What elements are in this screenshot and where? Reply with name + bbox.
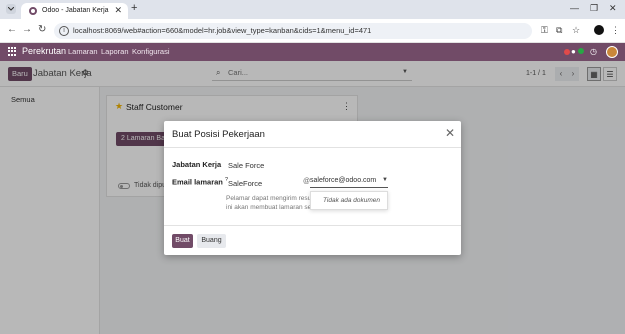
dropdown-empty-item: Tidak ada dokumen [323, 197, 381, 204]
discard-button[interactable]: Buang [197, 234, 226, 248]
activity-badge-icon[interactable] [564, 49, 570, 55]
address-bar[interactable]: i localhost:8069/web#action=660&model=hr… [54, 23, 532, 39]
tab-title: Odoo - Jabatan Kerja [42, 7, 109, 14]
chevron-down-icon[interactable]: ▼ [382, 177, 388, 183]
tab-list-button[interactable] [6, 4, 16, 14]
url-text[interactable]: localhost:8069/web#action=660&model=hr.j… [73, 26, 371, 35]
email-label: Email lamaran ? [172, 177, 228, 187]
dialog-title: Buat Posisi Pekerjaan [172, 129, 265, 140]
create-job-dialog: Buat Posisi Pekerjaan ✕ Jabatan Kerja Sa… [164, 121, 461, 255]
forward-arrow-icon[interactable]: → [22, 24, 32, 35]
close-icon[interactable]: ✕ [445, 126, 455, 140]
help-text-line-1: Pelamar dapat mengirim resume [226, 195, 310, 202]
clock-icon[interactable]: ◷ [590, 47, 597, 56]
chat-icon[interactable]: ● [571, 47, 576, 56]
bookmark-star-icon[interactable]: ☆ [572, 25, 580, 36]
apps-menu-icon[interactable] [8, 47, 17, 56]
profile-avatar-icon[interactable] [594, 25, 604, 35]
create-button[interactable]: Buat [172, 234, 193, 248]
job-name-input[interactable]: Sale Force [228, 161, 264, 170]
browser-tabbar: Odoo - Jabatan Kerja ✕ + — ❐ ✕ [0, 0, 625, 19]
share-icon[interactable]: ⧉ [556, 25, 562, 36]
menu-lamaran[interactable]: Lamaran [68, 47, 98, 56]
email-help-text: Pelamar dapat mengirim resume ini akan m… [226, 194, 310, 214]
alias-domain-select[interactable]: saleforce@odoo.com ▼ [310, 177, 388, 188]
email-label-text: Email lamaran [172, 177, 223, 187]
job-name-label: Jabatan Kerja [172, 160, 222, 169]
back-arrow-icon[interactable]: ← [7, 24, 17, 35]
browser-toolbar: ← → ↻ i localhost:8069/web#action=660&mo… [0, 19, 625, 43]
reload-icon[interactable]: ↻ [38, 24, 46, 35]
notification-badge [578, 48, 584, 54]
minimize-icon[interactable]: — [570, 3, 579, 13]
app-brand[interactable]: Perekrutan [22, 46, 66, 56]
site-info-icon[interactable]: i [59, 26, 69, 36]
alias-domain-value: saleforce@odoo.com [310, 177, 377, 184]
close-window-icon[interactable]: ✕ [609, 3, 617, 14]
help-text-line-2: ini akan membuat lamaran secara [226, 204, 310, 211]
menu-laporan[interactable]: Laporan [101, 47, 129, 56]
odoo-favicon-icon [29, 7, 37, 15]
browser-menu-icon[interactable]: ⋮ [611, 25, 620, 36]
new-tab-button[interactable]: + [131, 2, 137, 14]
dialog-header: Buat Posisi Pekerjaan ✕ [164, 121, 461, 148]
tab-close-icon[interactable]: ✕ [114, 5, 122, 16]
password-key-icon[interactable]: ⚿ [541, 25, 548, 36]
menu-konfigurasi[interactable]: Konfigurasi [132, 47, 170, 56]
odoo-navbar: Perekrutan Lamaran Laporan Konfigurasi ●… [0, 43, 625, 61]
restore-icon[interactable]: ❐ [590, 3, 598, 14]
dialog-footer: Buat Buang [164, 225, 461, 255]
user-avatar[interactable] [606, 46, 618, 58]
email-alias-input[interactable]: SaleForce [228, 179, 262, 188]
browser-tab-active[interactable]: Odoo - Jabatan Kerja ✕ [21, 3, 128, 19]
alias-domain-dropdown: Tidak ada dokumen [310, 191, 388, 210]
